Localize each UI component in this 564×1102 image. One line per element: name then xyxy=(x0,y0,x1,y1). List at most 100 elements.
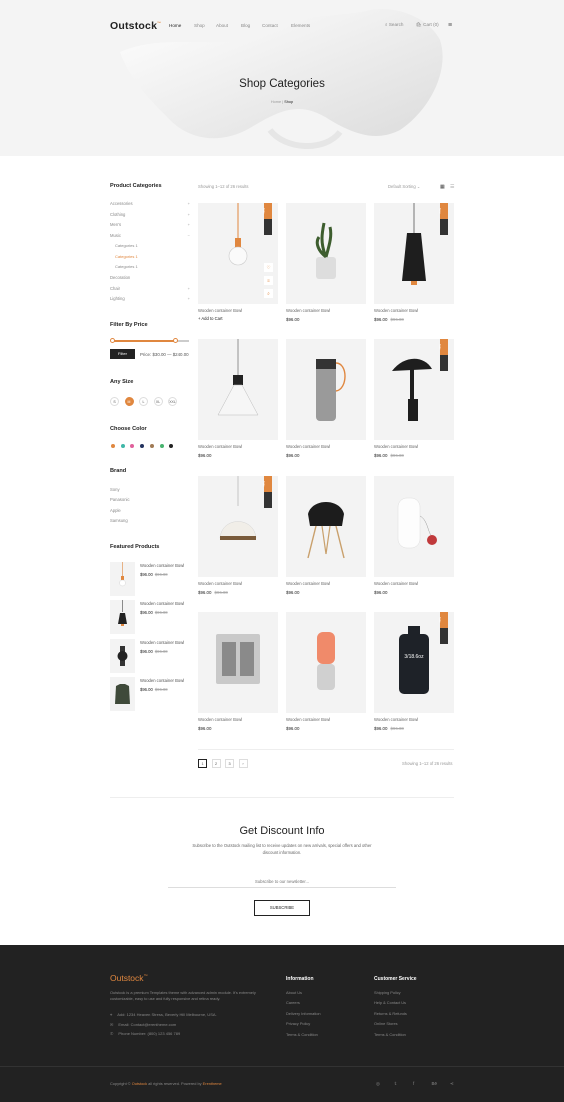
category-item[interactable]: Chair + xyxy=(110,286,190,291)
featured-product-name[interactable]: Wooden container Bowl xyxy=(140,601,184,606)
brand-item[interactable]: Apple xyxy=(110,508,121,513)
compare-icon[interactable]: ≡ xyxy=(264,276,273,285)
featured-product-image[interactable] xyxy=(110,562,135,596)
product-name[interactable]: Wooden container Bowl xyxy=(198,444,242,449)
header-cart[interactable]: 🛍 Cart (0) xyxy=(416,22,439,28)
page-1[interactable]: 1 xyxy=(198,759,207,768)
behance-icon[interactable]: Bē xyxy=(432,1081,438,1086)
plus-icon[interactable]: + xyxy=(188,201,190,206)
product-image[interactable] xyxy=(286,203,366,304)
product-image[interactable] xyxy=(198,612,278,713)
instagram-icon[interactable]: ◎ xyxy=(376,1081,380,1087)
nav-about[interactable]: About xyxy=(216,23,228,28)
copyright-brand[interactable]: Outstock xyxy=(132,1081,147,1086)
nav-blog[interactable]: Blog xyxy=(241,23,250,28)
list-view-icon[interactable]: ☰ xyxy=(450,184,454,190)
footer-service-link[interactable]: Shipping Policy xyxy=(374,990,401,995)
category-item[interactable]: Music − xyxy=(110,233,190,238)
product-name[interactable]: Wooden container Bowl xyxy=(374,444,418,449)
category-item[interactable]: Accessories + xyxy=(110,201,190,206)
product-name[interactable]: Wooden container Bowl xyxy=(374,308,418,313)
product-name[interactable]: Wooden container Bowl xyxy=(374,581,418,586)
size-option[interactable]: S xyxy=(110,397,119,406)
size-option[interactable]: M xyxy=(124,397,134,406)
grid-view-icon[interactable]: ▦ xyxy=(440,184,445,190)
footer-info-link[interactable]: Delivery Information xyxy=(286,1011,321,1016)
footer-email[interactable]: ✉ Email: Contact@erentheme.com xyxy=(110,1022,176,1027)
nav-shop[interactable]: Shop xyxy=(194,23,205,28)
featured-product-name[interactable]: Wooden container Bowl xyxy=(140,640,184,645)
subcategory-item[interactable]: Categories 1 xyxy=(115,264,138,269)
plus-icon[interactable]: + xyxy=(188,212,190,217)
product-name[interactable]: Wooden container Bowl xyxy=(286,308,330,313)
color-swatch[interactable] xyxy=(120,444,125,448)
nav-home[interactable]: Home xyxy=(169,23,181,28)
footer-service-link[interactable]: Returns & Refunds xyxy=(374,1011,407,1016)
product-name[interactable]: Wooden container Bowl xyxy=(286,444,330,449)
twitter-icon[interactable]: 𝕥 xyxy=(395,1081,397,1087)
page-2[interactable]: 2 xyxy=(211,759,221,768)
price-slider[interactable] xyxy=(110,338,189,343)
footer-service-link[interactable]: Terms & Condition xyxy=(374,1032,406,1037)
product-image[interactable]: 3/18.6oz Sale xyxy=(374,612,454,713)
facebook-icon[interactable]: f xyxy=(413,1081,414,1086)
product-image[interactable]: New xyxy=(374,203,454,304)
size-option[interactable]: L xyxy=(139,397,148,406)
filter-button[interactable]: Filter xyxy=(110,349,135,359)
color-swatch[interactable] xyxy=(149,444,154,448)
header-search[interactable]: ⌕ Search xyxy=(385,22,403,27)
newsletter-email-input[interactable] xyxy=(168,876,396,888)
product-name[interactable]: Wooden container Bowl xyxy=(198,308,242,313)
category-item[interactable]: Men's + xyxy=(110,222,190,227)
plus-icon[interactable]: + xyxy=(188,296,190,301)
product-image[interactable] xyxy=(286,339,366,440)
category-item[interactable]: Clothing + xyxy=(110,212,190,217)
subscribe-button[interactable]: SUBSCRIBE xyxy=(254,900,310,916)
footer-logo[interactable]: Outstock™ xyxy=(110,973,148,983)
slider-handle-min[interactable] xyxy=(110,338,115,343)
heart-icon[interactable]: ♡ xyxy=(264,263,273,272)
footer-service-link[interactable]: Help & Contact Us xyxy=(374,1000,406,1005)
size-option[interactable]: XXL xyxy=(168,397,177,406)
category-item[interactable]: Decoration xyxy=(110,275,190,280)
brand-item[interactable]: Samsung xyxy=(110,518,128,523)
share-icon[interactable]: ⋖ xyxy=(450,1081,454,1087)
plus-icon[interactable]: + xyxy=(188,286,190,291)
color-swatch[interactable] xyxy=(111,444,115,448)
breadcrumb-home[interactable]: Home xyxy=(271,100,281,104)
minus-icon[interactable]: − xyxy=(188,233,190,238)
product-name[interactable]: Wooden container Bowl xyxy=(286,717,330,722)
product-image[interactable]: Sale ♡ ≡ ⌕ xyxy=(198,203,278,304)
next-page-button[interactable]: › xyxy=(238,759,248,768)
brand-item[interactable]: Panasonic xyxy=(110,497,130,502)
plus-icon[interactable]: + xyxy=(188,222,190,227)
product-image[interactable] xyxy=(374,476,454,577)
nav-contact[interactable]: Contact xyxy=(262,23,278,28)
hamburger-icon[interactable]: ≡ xyxy=(448,22,452,29)
footer-info-link[interactable]: About Us xyxy=(286,990,302,995)
page-3[interactable]: 3 xyxy=(225,759,234,768)
logo[interactable]: Outstock™ xyxy=(110,20,161,32)
size-option[interactable]: XL xyxy=(153,397,163,406)
color-swatch[interactable] xyxy=(169,444,174,448)
color-swatch[interactable] xyxy=(159,444,164,448)
color-swatch[interactable] xyxy=(130,444,135,448)
product-image[interactable]: Sale xyxy=(198,476,278,577)
color-swatch[interactable] xyxy=(140,444,145,448)
product-name[interactable]: Wooden container Bowl xyxy=(198,581,242,586)
featured-product-image[interactable] xyxy=(110,677,135,712)
featured-product-name[interactable]: Wooden container Bowl xyxy=(140,563,184,568)
footer-info-link[interactable]: Terms & Condition xyxy=(286,1032,318,1037)
copyright-powered-by[interactable]: Erentheme xyxy=(203,1081,222,1086)
product-name[interactable]: Wooden container Bowl xyxy=(198,717,242,722)
footer-service-link[interactable]: Online Stores xyxy=(374,1021,398,1026)
footer-info-link[interactable]: Careers xyxy=(286,1000,300,1005)
product-image[interactable] xyxy=(286,612,366,713)
brand-item[interactable]: Sony xyxy=(110,487,120,492)
category-item[interactable]: Lighting + xyxy=(110,296,190,301)
product-image[interactable] xyxy=(198,339,278,440)
product-image[interactable] xyxy=(286,476,366,577)
product-name[interactable]: Wooden container Bowl xyxy=(286,581,330,586)
nav-elements[interactable]: Elements xyxy=(291,23,310,28)
product-image[interactable]: Sale xyxy=(374,339,454,440)
